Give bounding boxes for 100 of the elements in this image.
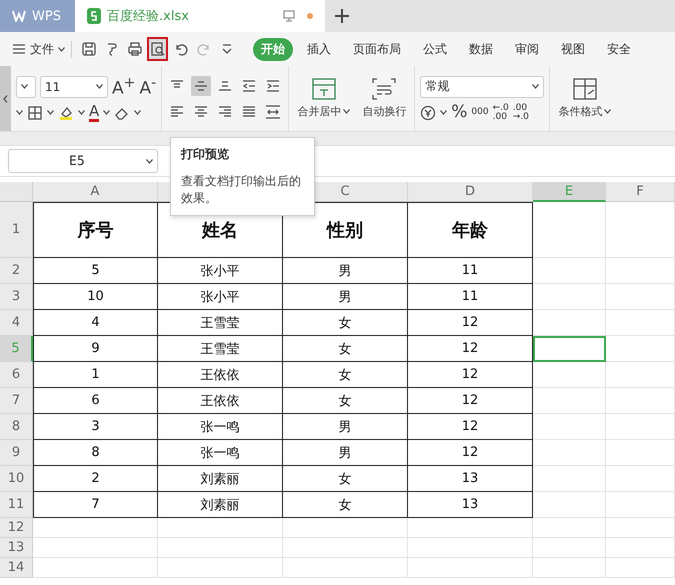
table-cell: 年龄 (408, 202, 533, 258)
table-cell: 男 (283, 284, 408, 310)
row-header[interactable]: 14 (0, 558, 33, 578)
increase-decimal-button[interactable]: ←.0 .00 (492, 104, 509, 122)
grid-cell (606, 388, 675, 414)
caret-icon (532, 84, 540, 89)
table-cell: 张一鸣 (158, 440, 283, 466)
font-size-field[interactable]: 11 (40, 76, 108, 98)
spreadsheet-file-icon (87, 8, 101, 24)
grid-cell (606, 492, 675, 518)
grid-cell (606, 440, 675, 466)
table-cell: 张一鸣 (158, 414, 283, 440)
column-header[interactable]: D (408, 182, 533, 202)
document-tab[interactable]: 百度经验.xlsx (75, 0, 325, 32)
ribbon-tab[interactable]: 数据 (461, 38, 501, 60)
table-cell: 张小平 (158, 284, 283, 310)
row-header[interactable]: 13 (0, 538, 33, 558)
ribbon-tab[interactable]: 插入 (299, 38, 339, 60)
row-header[interactable]: 12 (0, 518, 33, 538)
toolbar-button[interactable] (147, 37, 168, 61)
caret-icon (604, 109, 612, 114)
file-menu[interactable]: 文件 (12, 40, 72, 58)
column-header[interactable]: F (606, 182, 675, 202)
thousands-button[interactable]: 000 (471, 108, 489, 117)
caret-icon (103, 110, 110, 115)
caret-icon (343, 109, 350, 114)
align-center-icon (193, 104, 210, 120)
table-cell: 7 (33, 492, 158, 518)
alignment-button[interactable] (191, 76, 212, 96)
merge-center-button[interactable]: 合并居中 (294, 78, 354, 119)
table-cell: 女 (283, 466, 408, 492)
grid-cell (606, 310, 675, 336)
caret-icon (16, 110, 23, 115)
ribbon-tab[interactable]: 视图 (553, 38, 593, 60)
grid-cell (606, 202, 675, 258)
ribbon-tab[interactable]: 公式 (415, 38, 455, 60)
grid-cell (606, 518, 675, 538)
row-header[interactable]: 10 (0, 466, 33, 492)
row-header[interactable]: 6 (0, 362, 33, 388)
table-cell: 12 (408, 336, 533, 362)
grid-cell (606, 538, 675, 558)
row-header[interactable]: 9 (0, 440, 33, 466)
table-cell: 11 (408, 284, 533, 310)
table-cell: 2 (33, 466, 158, 492)
table-cell: 张小平 (158, 258, 283, 284)
grid-cell (606, 414, 675, 440)
caret-icon (440, 110, 448, 115)
collapse-handle[interactable] (0, 66, 11, 131)
table-cell: 12 (408, 388, 533, 414)
grid-cell (606, 362, 675, 388)
border-icon (27, 104, 43, 120)
name-box[interactable]: E5 (8, 149, 158, 173)
shrink-font-button[interactable]: A$^{-}$ (140, 76, 156, 98)
table-cell: 11 (408, 258, 533, 284)
ribbon-tab[interactable]: 安全 (599, 38, 639, 60)
row-header[interactable]: 1 (0, 202, 33, 258)
row-header[interactable]: 3 (0, 284, 33, 310)
conditional-format-button[interactable]: 条件格式 (555, 78, 614, 119)
menu-icon (12, 43, 26, 55)
conditional-format-icon (572, 78, 597, 100)
grow-font-button[interactable]: A$^{+}$ (112, 76, 136, 98)
table-cell: 女 (283, 362, 408, 388)
grid-cell (606, 336, 675, 362)
ribbon-tab[interactable]: 页面布局 (345, 38, 409, 60)
table-cell: 王依依 (158, 388, 283, 414)
home-tab[interactable]: WPS (0, 0, 75, 32)
distribute-icon (265, 104, 282, 120)
table-cell: 女 (283, 336, 408, 362)
table-cell: 9 (33, 336, 158, 362)
chevron-left-icon (3, 94, 8, 102)
table-cell: 12 (408, 440, 533, 466)
row-header[interactable]: 8 (0, 414, 33, 440)
decrease-decimal-button[interactable]: .00 →.0 (512, 104, 529, 122)
table-cell: 12 (408, 362, 533, 388)
table-cell: 12 (408, 414, 533, 440)
caret-icon (146, 158, 153, 164)
number-format-field[interactable]: 常规 (420, 76, 544, 98)
row-header[interactable]: 7 (0, 388, 33, 414)
table-cell: 王依依 (158, 362, 283, 388)
row-header[interactable]: 4 (0, 310, 33, 336)
table-cell: 刘素丽 (158, 492, 283, 518)
table-cell: 女 (283, 310, 408, 336)
align-right-icon (217, 104, 234, 120)
fill-color-icon (58, 104, 74, 120)
table-cell: 王雪莹 (158, 310, 283, 336)
row-header[interactable]: 2 (0, 258, 33, 284)
font-color-button[interactable]: A (89, 104, 100, 122)
unsaved-dot (307, 13, 313, 19)
row-header[interactable]: 11 (0, 492, 33, 518)
column-header[interactable]: A (33, 182, 158, 202)
ribbon-tab[interactable]: 开始 (253, 38, 293, 60)
table-cell: 12 (408, 310, 533, 336)
table-cell: 4 (33, 310, 158, 336)
print-icon (126, 41, 142, 57)
ribbon-tab[interactable]: 审阅 (507, 38, 547, 60)
table-cell: 男 (283, 440, 408, 466)
table-cell: 6 (33, 388, 158, 414)
font-name-field[interactable] (16, 76, 36, 98)
wrap-text-button[interactable]: 自动换行 (359, 78, 410, 119)
percent-button[interactable]: % (451, 104, 468, 121)
